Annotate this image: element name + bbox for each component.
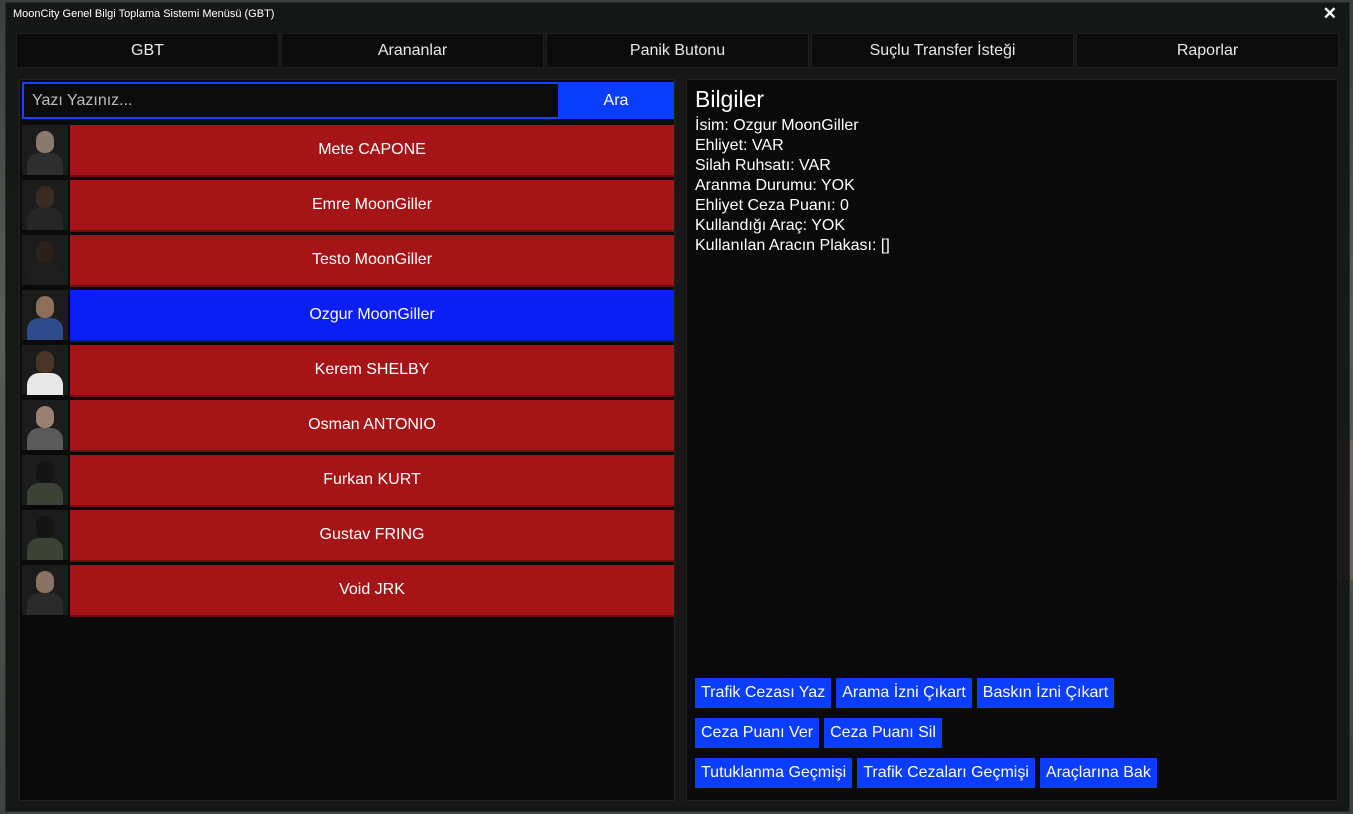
player-button[interactable]: Testo MoonGiller xyxy=(70,235,674,287)
info-penalty-points: Ehliyet Ceza Puanı: 0 xyxy=(695,197,849,214)
traffic-fine-button[interactable]: Trafik Cezası Yaz xyxy=(695,678,832,708)
tab-bar: GBT Arananlar Panik Butonu Suçlu Transfe… xyxy=(16,33,1339,68)
player-avatar xyxy=(22,400,68,450)
player-list: Mete CAPONE Emre MoonGiller Testo MoonGill… xyxy=(20,125,674,620)
player-row: Kerem SHELBY xyxy=(20,345,674,400)
player-button[interactable]: Ozgur MoonGiller xyxy=(70,290,674,342)
info-license: Ehliyet: VAR xyxy=(695,137,784,154)
tab-suclu-transfer[interactable]: Suçlu Transfer İsteği xyxy=(811,33,1074,68)
info-plate: Kullanılan Aracın Plakası: [] xyxy=(695,237,890,254)
search-input[interactable] xyxy=(22,82,568,119)
player-button[interactable]: Furkan KURT xyxy=(70,455,674,507)
arrest-history-button[interactable]: Tutuklanma Geçmişi xyxy=(695,758,853,788)
player-avatar xyxy=(22,455,68,505)
player-row: Mete CAPONE xyxy=(20,125,674,180)
player-panel: Ara Mete CAPONEEmre MoonGillerTesto Moon… xyxy=(19,79,675,801)
player-row: Ozgur MoonGiller xyxy=(20,290,674,345)
give-penalty-points-button[interactable]: Ceza Puanı Ver xyxy=(695,718,820,748)
remove-penalty-points-button[interactable]: Ceza Puanı Sil xyxy=(824,718,942,748)
player-button[interactable]: Osman ANTONIO xyxy=(70,400,674,452)
player-row: Void JRK xyxy=(20,565,674,620)
player-avatar xyxy=(22,290,68,340)
tab-raporlar[interactable]: Raporlar xyxy=(1076,33,1339,68)
tab-gbt[interactable]: GBT xyxy=(16,33,279,68)
action-buttons: Trafik Cezası Yaz Arama İzni Çıkart Bask… xyxy=(695,678,1335,798)
gbt-window: MoonCity Genel Bilgi Toplama Sistemi Men… xyxy=(5,2,1350,812)
tab-panik-butonu[interactable]: Panik Butonu xyxy=(546,33,809,68)
player-row: Furkan KURT xyxy=(20,455,674,510)
player-button[interactable]: Emre MoonGiller xyxy=(70,180,674,232)
player-row: Osman ANTONIO xyxy=(20,400,674,455)
player-row: Emre MoonGiller xyxy=(20,180,674,235)
info-lines: İsim: Ozgur MoonGiller Ehliyet: VAR Sila… xyxy=(695,116,890,256)
player-button[interactable]: Void JRK xyxy=(70,565,674,617)
action-row: Ceza Puanı Ver Ceza Puanı Sil xyxy=(695,718,1335,748)
player-avatar xyxy=(22,180,68,230)
view-vehicles-button[interactable]: Araçlarına Bak xyxy=(1039,758,1157,788)
info-title: Bilgiler xyxy=(695,86,765,112)
player-button[interactable]: Kerem SHELBY xyxy=(70,345,674,397)
player-avatar xyxy=(22,565,68,615)
player-button[interactable]: Mete CAPONE xyxy=(70,125,674,177)
search-button[interactable]: Ara xyxy=(558,82,674,119)
player-avatar xyxy=(22,125,68,175)
raid-warrant-button[interactable]: Baskın İzni Çıkart xyxy=(976,678,1115,708)
search-warrant-button[interactable]: Arama İzni Çıkart xyxy=(836,678,972,708)
player-avatar xyxy=(22,235,68,285)
player-row: Gustav FRING xyxy=(20,510,674,565)
info-vehicle: Kullandığı Araç: YOK xyxy=(695,217,846,234)
tab-arananlar[interactable]: Arananlar xyxy=(281,33,544,68)
action-row: Tutuklanma Geçmişi Trafik Cezaları Geçmi… xyxy=(695,758,1335,788)
info-wanted-status: Aranma Durumu: YOK xyxy=(695,177,855,194)
player-avatar xyxy=(22,345,68,395)
info-gun-license: Silah Ruhsatı: VAR xyxy=(695,157,831,174)
player-avatar xyxy=(22,510,68,560)
action-row: Trafik Cezası Yaz Arama İzni Çıkart Bask… xyxy=(695,678,1335,708)
info-panel: Bilgiler İsim: Ozgur MoonGiller Ehliyet:… xyxy=(686,79,1338,801)
title-bar: MoonCity Genel Bilgi Toplama Sistemi Men… xyxy=(6,3,1349,27)
info-name: İsim: Ozgur MoonGiller xyxy=(695,117,859,134)
window-title: MoonCity Genel Bilgi Toplama Sistemi Men… xyxy=(13,8,275,20)
traffic-fine-history-button[interactable]: Trafik Cezaları Geçmişi xyxy=(857,758,1035,788)
player-row: Testo MoonGiller xyxy=(20,235,674,290)
player-button[interactable]: Gustav FRING xyxy=(70,510,674,562)
close-icon[interactable]: ✕ xyxy=(1323,4,1337,24)
